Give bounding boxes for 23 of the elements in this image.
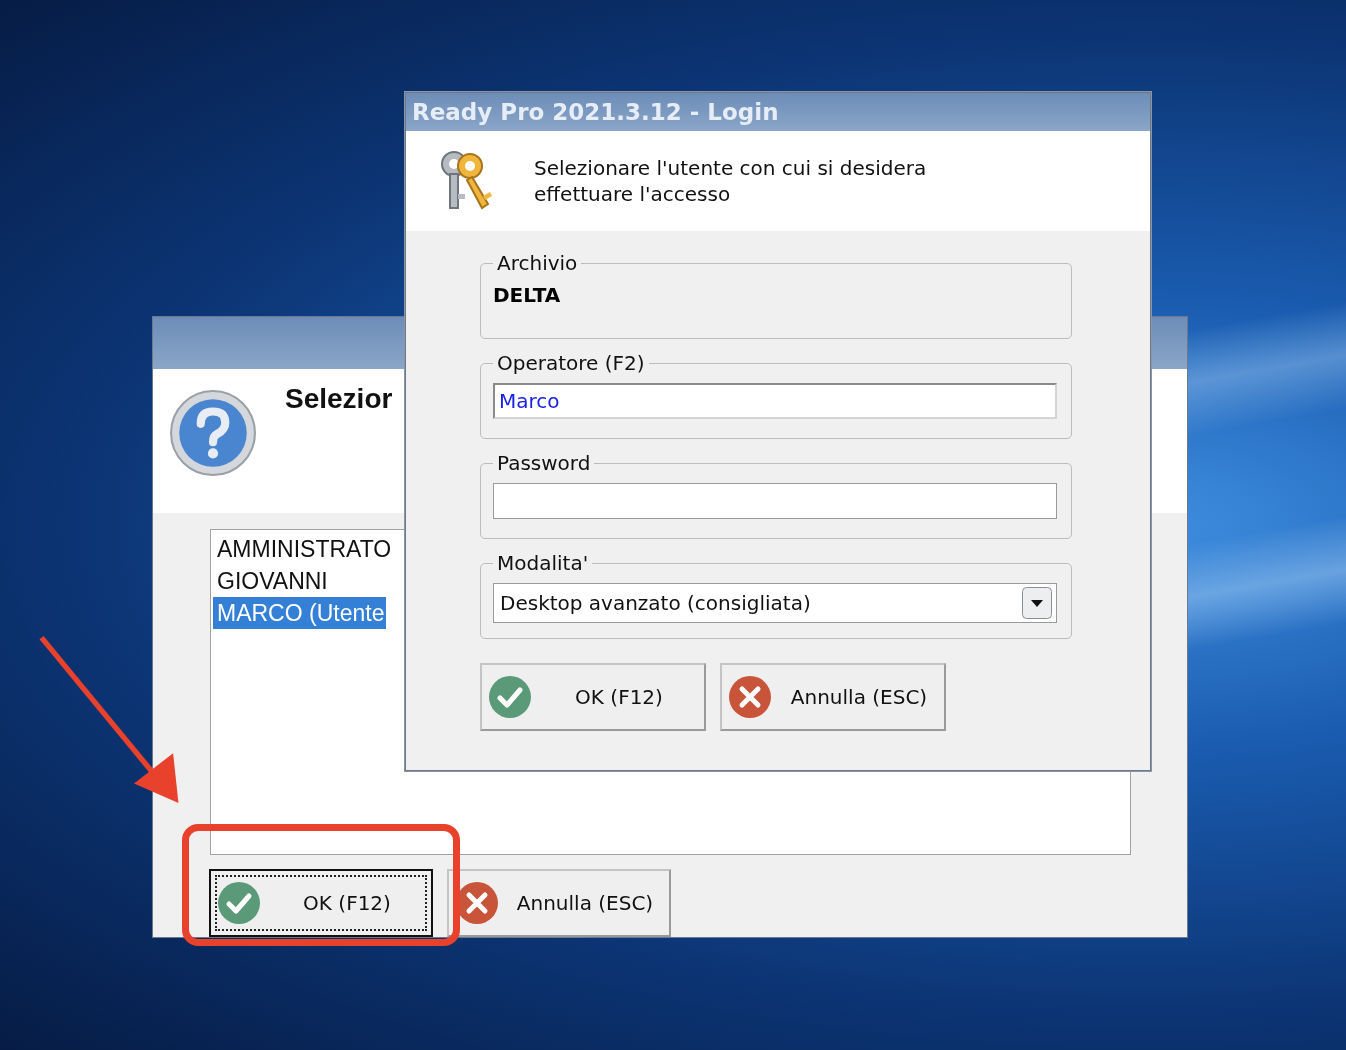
close-icon [728, 675, 772, 719]
archive-name: DELTA [493, 283, 562, 307]
cancel-button[interactable]: Annulla (ESC) [720, 663, 946, 731]
group-label: Modalita' [496, 551, 590, 575]
dialog-heading: Selezior [285, 383, 393, 415]
check-icon [488, 675, 532, 719]
user-list-item[interactable]: MARCO (Utente [213, 597, 387, 629]
password-field[interactable] [493, 483, 1057, 519]
group-label: Archivio [496, 251, 579, 275]
group-label: Operatore (F2) [496, 351, 646, 375]
cancel-button[interactable]: Annulla (ESC) [447, 869, 671, 937]
mode-dropdown[interactable]: Desktop avanzato (consigliata) [493, 583, 1057, 623]
ok-button[interactable]: OK (F12) [480, 663, 706, 731]
user-list-item[interactable]: GIOVANNI [213, 565, 330, 597]
ok-button[interactable]: OK (F12) [209, 869, 433, 937]
operator-field[interactable]: Marco [493, 383, 1057, 419]
check-icon [217, 881, 261, 925]
window-title: Ready Pro 2021.3.12 - Login [412, 99, 779, 125]
question-icon [169, 389, 257, 477]
dropdown-caret-icon [1022, 587, 1052, 619]
instruction-text: Selezionare l'utente con cui si desidera effettuare l'accesso [534, 155, 928, 207]
user-list-item[interactable]: AMMINISTRATO [213, 533, 394, 565]
group-label: Password [496, 451, 592, 475]
